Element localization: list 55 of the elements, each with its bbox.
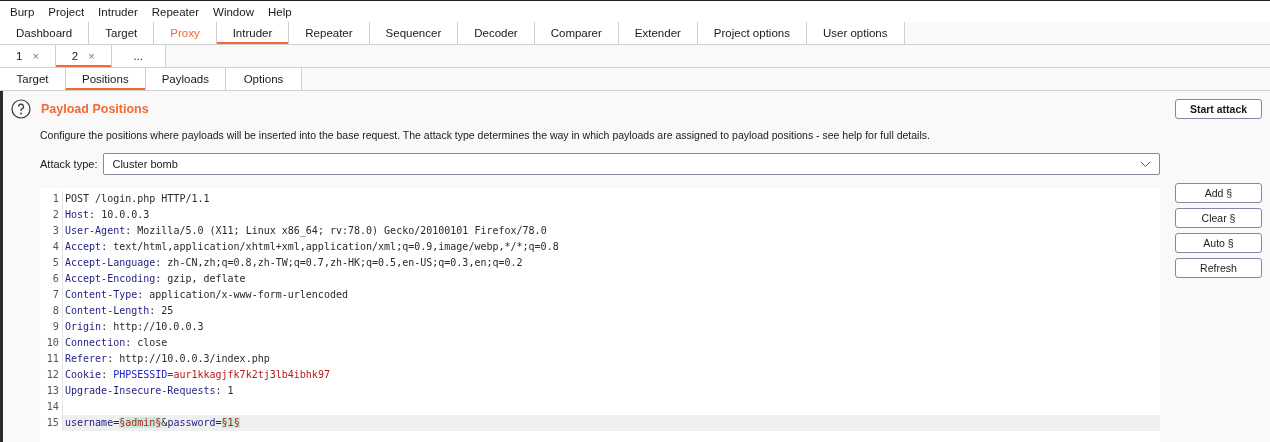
main-tab[interactable]: User options	[806, 22, 905, 44]
sub-tab[interactable]: Payloads	[145, 68, 226, 90]
code-line: Origin: http://10.0.0.3	[64, 320, 204, 334]
code-line: Host: 10.0.0.3	[64, 208, 150, 222]
menu-item[interactable]: Repeater	[144, 5, 207, 18]
sub-tab[interactable]: Positions	[66, 68, 146, 90]
main-tab[interactable]: Repeater	[289, 22, 370, 44]
code-line: POST /login.php HTTP/1.1	[64, 192, 210, 206]
code-line: Content-Type: application/x-www-form-urlencoded	[64, 288, 348, 302]
tab-label: ...	[133, 50, 143, 62]
close-icon[interactable]: ×	[88, 50, 95, 62]
menu-item[interactable]: Help	[260, 5, 299, 18]
close-icon[interactable]: ×	[32, 50, 39, 62]
code-line: Cookie: PHPSESSID=aur1kkagjfk7k2tj3lb4ibhk97	[64, 368, 330, 382]
tab-label: 1	[16, 50, 23, 62]
sub-tab[interactable]: Target	[0, 68, 66, 90]
main-tab[interactable]: Dashboard	[0, 22, 90, 44]
menu-item[interactable]: Project	[41, 5, 92, 18]
attack-tab[interactable]: ...	[111, 45, 166, 67]
line-number: 15	[40, 415, 63, 431]
code-line: Accept: text/html,application/xhtml+xml,application/xml;q=0.9,image/webp,*/*;q=0.8	[64, 240, 559, 254]
section-description: Configure the positions where payloads will be inserted into the base request. The attack type determines the way in which payloads are assigned to payload positions - see help for full details.	[40, 129, 931, 141]
chevron-down-icon	[1140, 160, 1151, 168]
main-tab[interactable]: Extender	[618, 22, 698, 44]
code-line: User-Agent: Mozilla/5.0 (X11; Linux x86_64; rv:78.0) Gecko/20100101 Firefox/78.0	[64, 224, 547, 239]
code-line: Upgrade-Insecure-Requests: 1	[64, 384, 234, 398]
side-button[interactable]: Auto §	[1175, 233, 1262, 253]
main-tab[interactable]: Comparer	[534, 22, 619, 44]
main-tab[interactable]: Intruder	[216, 22, 290, 44]
main-tab[interactable]: Decoder	[458, 22, 535, 44]
menu-item[interactable]: Window	[206, 5, 261, 18]
menu-item[interactable]: Burp	[3, 5, 42, 18]
code-line: Accept-Encoding: gzip, deflate	[64, 272, 246, 286]
main-tab[interactable]: Target	[89, 22, 155, 44]
code-line: username=§admin§&password=§1§	[64, 416, 240, 430]
tab-label: 2	[71, 50, 79, 62]
start-attack-button[interactable]: Start attack	[1175, 99, 1262, 119]
menu-item[interactable]: Intruder	[91, 5, 145, 18]
attack-type-label: Attack type:	[40, 158, 98, 170]
help-icon[interactable]	[11, 99, 31, 119]
side-button[interactable]: Refresh	[1175, 258, 1262, 278]
code-line: Connection: close	[64, 336, 168, 350]
main-tab[interactable]: Project options	[697, 22, 807, 44]
code-line: Content-Length: 25	[64, 304, 174, 318]
code-line: Accept-Language: zh-CN,zh;q=0.8,zh-TW;q=0.7,zh-HK;q=0.5,en-US;q=0.3,en;q=0.2	[64, 256, 523, 270]
code-line: Referer: http://10.0.0.3/index.php	[64, 352, 270, 366]
main-tab[interactable]: Sequencer	[369, 22, 459, 44]
side-button[interactable]: Add §	[1175, 183, 1262, 203]
sub-tab[interactable]: Options	[226, 68, 302, 90]
attack-tab[interactable]: 1 ×	[0, 45, 56, 67]
attack-type-dropdown[interactable]: Cluster bomb	[103, 153, 1160, 175]
request-editor[interactable]	[40, 188, 1160, 442]
attack-tab[interactable]: 2 ×	[55, 45, 112, 67]
side-button[interactable]: Clear §	[1175, 208, 1262, 228]
section-title: Payload Positions	[41, 102, 149, 116]
